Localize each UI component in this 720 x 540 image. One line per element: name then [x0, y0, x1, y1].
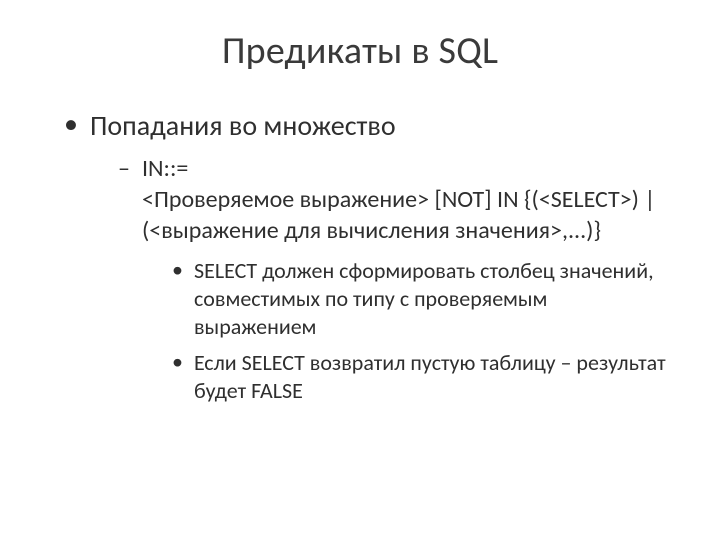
- bullet-item-1: Попадания во множество IN::= <Проверяемо…: [62, 108, 670, 405]
- slide-title: Предикаты в SQL: [50, 28, 670, 74]
- sub-item-1: IN::= <Проверяемое выражение> [NOT] IN {…: [118, 153, 670, 405]
- subsub-list: SELECT должен сформировать столбец значе…: [142, 257, 670, 406]
- sub-text-1: IN::= <Проверяемое выражение> [NOT] IN {…: [142, 154, 655, 245]
- subsub-text-2: Если SELECT возвратил пустую таблицу – р…: [194, 349, 666, 404]
- sub-list: IN::= <Проверяемое выражение> [NOT] IN {…: [90, 153, 670, 405]
- subsub-text-1: SELECT должен сформировать столбец значе…: [194, 257, 654, 340]
- subsub-item-2: Если SELECT возвратил пустую таблицу – р…: [172, 349, 670, 405]
- bullet-list: Попадания во множество IN::= <Проверяемо…: [50, 108, 670, 405]
- bullet-text-1: Попадания во множество: [90, 108, 396, 143]
- subsub-item-1: SELECT должен сформировать столбец значе…: [172, 257, 670, 341]
- slide: Предикаты в SQL Попадания во множество I…: [0, 0, 720, 540]
